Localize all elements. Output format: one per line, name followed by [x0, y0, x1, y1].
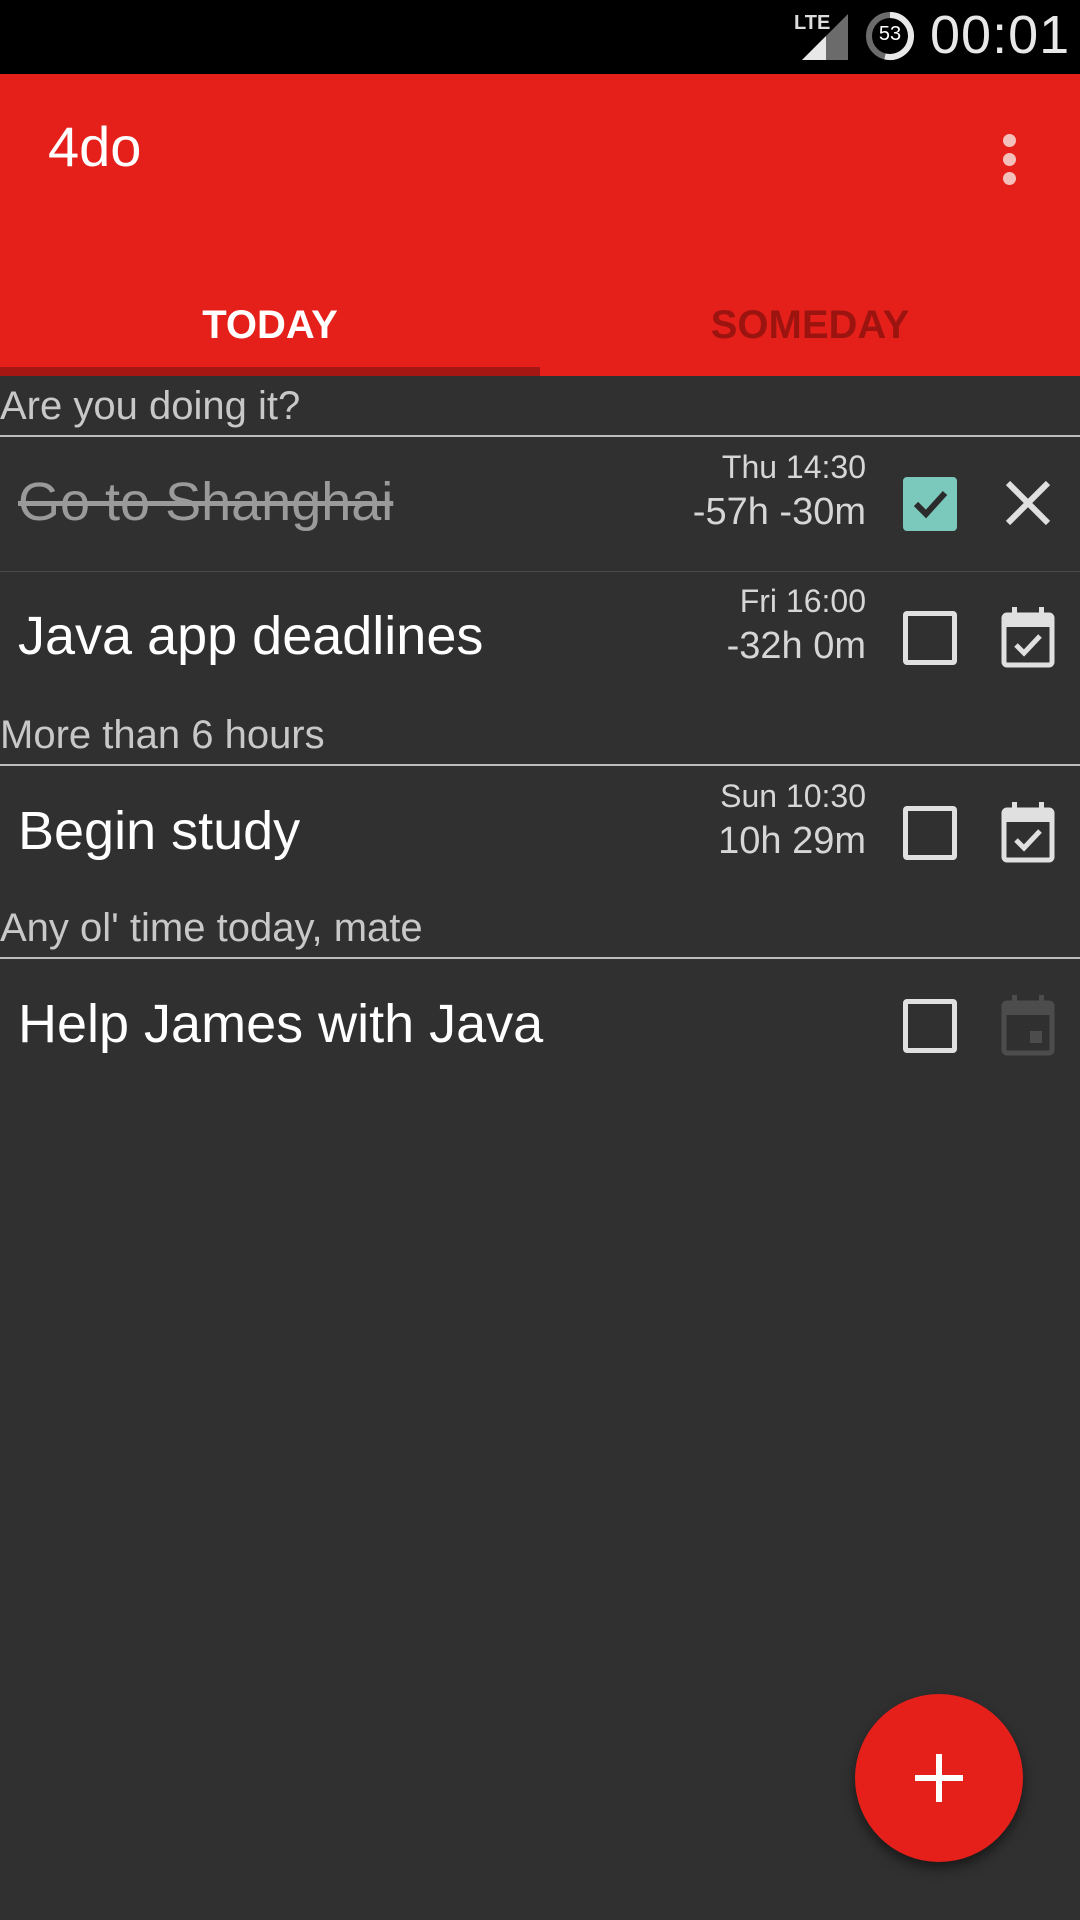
task-done-checkbox[interactable]	[903, 999, 957, 1053]
task-due-day: Sun 10:30	[720, 778, 866, 814]
add-task-button[interactable]	[855, 1694, 1023, 1862]
clock: 00:01	[930, 5, 1071, 65]
tab-indicator	[0, 367, 540, 376]
tab-someday[interactable]: SOMEDAY	[540, 274, 1080, 376]
task-due-day: Thu 14:30	[721, 449, 866, 485]
signal-icon	[802, 14, 848, 60]
task-row[interactable]: Java app deadlines Fri 16:00 -32h 0m	[0, 571, 1080, 703]
task-row[interactable]: Go to Shanghai Thu 14:30 -57h -30m	[0, 437, 1080, 569]
app-bar: 4do TODAY SOMEDAY	[0, 74, 1080, 376]
more-vert-icon[interactable]	[990, 130, 1030, 190]
task-done-checkbox[interactable]	[903, 477, 957, 531]
task-done-checkbox[interactable]	[903, 611, 957, 665]
section-header: Are you doing it?	[0, 384, 301, 428]
add-icon	[915, 1754, 963, 1802]
event-icon[interactable]	[998, 993, 1058, 1057]
battery-level: 53	[878, 23, 902, 45]
section-header: Any ol' time today, mate	[0, 906, 423, 950]
task-due-day: Fri 16:00	[739, 583, 866, 619]
task-time-remaining: 10h 29m	[718, 820, 866, 862]
event-available-icon[interactable]	[998, 605, 1058, 669]
task-title: Begin study	[18, 801, 301, 861]
close-icon[interactable]	[998, 471, 1058, 535]
task-time-remaining: -57h -30m	[692, 491, 866, 533]
app-title: 4do	[48, 115, 142, 178]
check-icon	[913, 490, 948, 519]
section-header: More than 6 hours	[0, 713, 325, 757]
tab-bar: TODAY SOMEDAY	[0, 274, 1080, 376]
task-title: Go to Shanghai	[18, 472, 394, 532]
task-time-remaining: -32h 0m	[726, 625, 866, 667]
task-title: Help James with Java	[18, 994, 544, 1054]
tab-today[interactable]: TODAY	[0, 274, 540, 376]
event-available-icon[interactable]	[998, 800, 1058, 864]
task-row[interactable]: Help James with Java	[0, 959, 1080, 1091]
task-row[interactable]: Begin study Sun 10:30 10h 29m	[0, 766, 1080, 898]
status-bar: LTE 53 00:01	[0, 0, 1080, 74]
task-done-checkbox[interactable]	[903, 806, 957, 860]
task-title: Java app deadlines	[18, 606, 484, 666]
